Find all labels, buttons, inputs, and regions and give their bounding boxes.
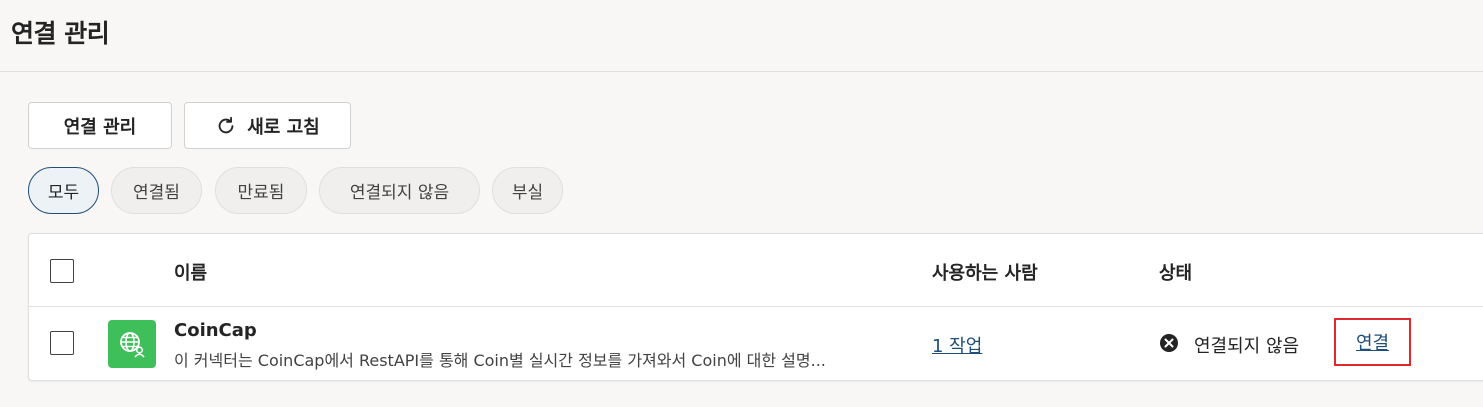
column-header-name: 이름: [174, 263, 208, 284]
app-icon: [108, 320, 156, 368]
filter-error[interactable]: 부실: [492, 167, 563, 214]
row-checkbox[interactable]: [50, 331, 74, 355]
manage-connections-button[interactable]: 연결 관리: [28, 102, 172, 149]
used-by-link[interactable]: 1 작업: [932, 332, 982, 358]
filter-expired[interactable]: 만료됨: [215, 167, 307, 214]
connection-description: 이 커넥터는 CoinCap에서 RestAPI를 통해 Coin별 실시간 정…: [174, 351, 826, 370]
status-text: 연결되지 않음: [1194, 336, 1300, 357]
connect-link[interactable]: 연결: [1334, 318, 1411, 366]
filter-not-connected[interactable]: 연결되지 않음: [319, 167, 480, 214]
column-header-used-by: 사용하는 사람: [932, 263, 1038, 284]
connect-label: 연결: [1355, 333, 1390, 354]
select-all-checkbox[interactable]: [50, 259, 74, 283]
filter-all[interactable]: 모두: [28, 167, 99, 214]
not-connected-icon: [1160, 334, 1178, 352]
connection-name: CoinCap: [174, 320, 257, 341]
refresh-button[interactable]: 새로 고침: [184, 102, 351, 149]
filter-connected[interactable]: 연결됨: [111, 167, 202, 214]
page-title: 연결 관리: [11, 19, 110, 48]
globe-person-icon: [120, 332, 145, 358]
table-header-row: 이름 사용하는 사람 상태: [29, 234, 1483, 307]
column-header-status: 상태: [1159, 263, 1193, 284]
refresh-label: 새로 고침: [247, 116, 320, 138]
page-header: 연결 관리: [0, 0, 1483, 72]
connections-table: 이름 사용하는 사람 상태 CoinCap 이 커넥터는 CoinCap에서 R…: [28, 233, 1483, 381]
refresh-icon: [218, 116, 234, 133]
